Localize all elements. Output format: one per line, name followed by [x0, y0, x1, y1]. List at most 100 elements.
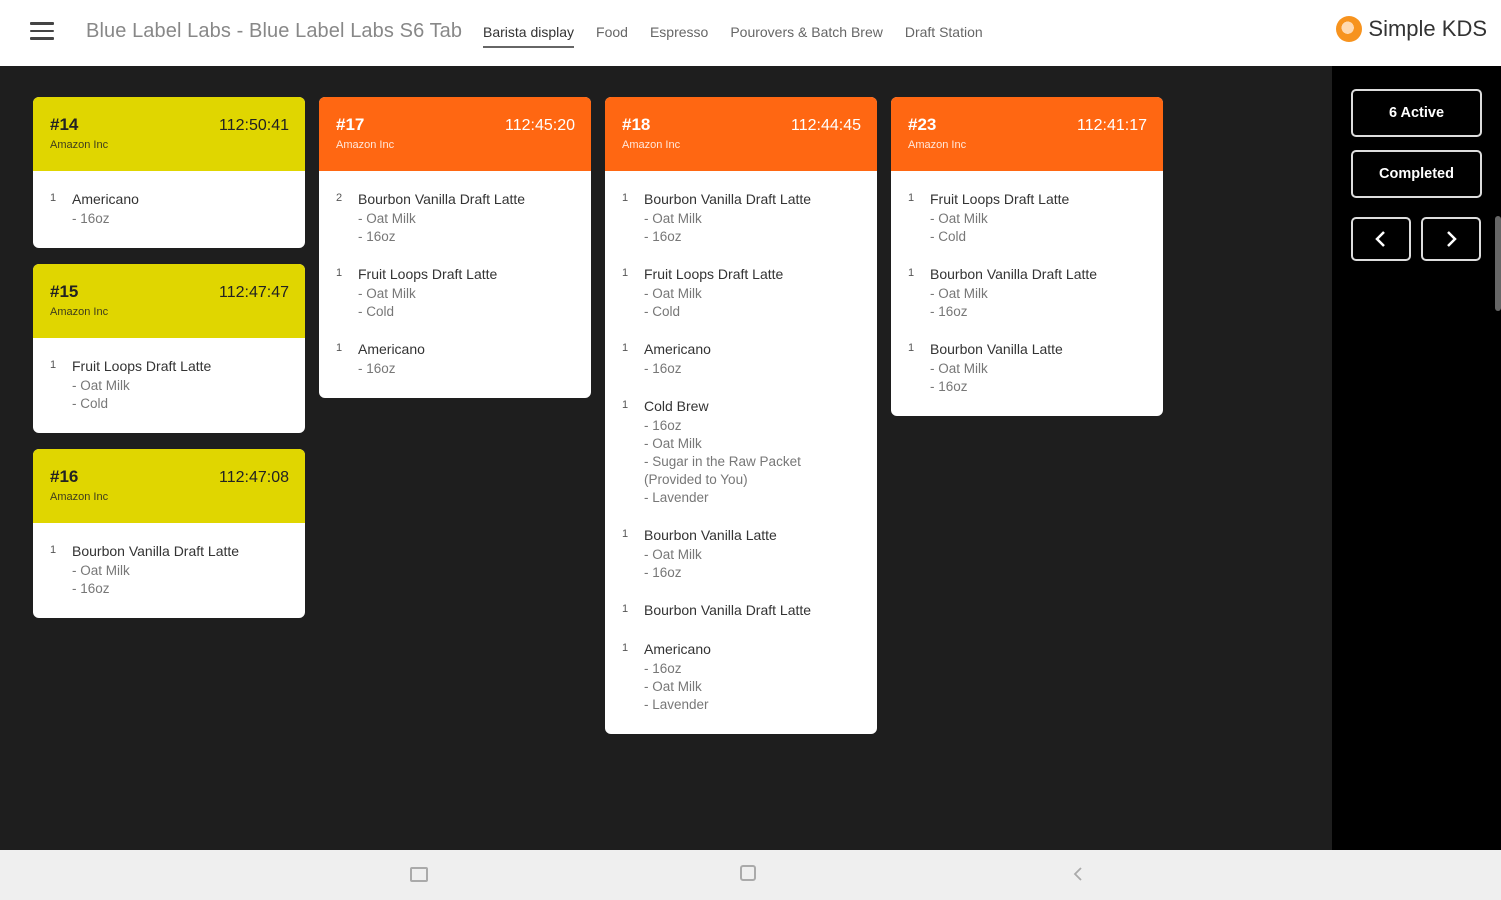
- hamburger-menu-icon[interactable]: [30, 22, 54, 42]
- item-modifier: - Oat Milk: [358, 286, 416, 301]
- system-nav-bar: [0, 850, 1501, 900]
- order-item: 1 Fruit Loops Draft Latte - Oat Milk - Cold: [50, 358, 289, 413]
- item-quantity: 1: [50, 359, 57, 371]
- tab-draft-station[interactable]: Draft Station: [905, 24, 983, 48]
- ticket-body: 1 Fruit Loops Draft Latte - Oat Milk - Cold…: [891, 171, 1163, 416]
- item-modifier: (Provided to You): [644, 472, 748, 487]
- order-ticket[interactable]: #16 112:47:08 Amazon Inc 1 Bourbon Vanilla D…: [33, 449, 305, 618]
- tab-food[interactable]: Food: [596, 24, 628, 48]
- ticket-body: 1 Bourbon Vanilla Draft Latte - Oat Milk - …: [605, 171, 877, 734]
- elapsed-time: 112:50:41: [219, 117, 289, 134]
- item-quantity: 1: [622, 342, 629, 354]
- item-quantity: 1: [50, 544, 57, 556]
- tab-espresso[interactable]: Espresso: [650, 24, 708, 48]
- item-modifier: - 16oz: [930, 304, 968, 319]
- item-modifier: - Oat Milk: [644, 211, 702, 226]
- item-modifier: - 16oz: [644, 661, 682, 676]
- item-name: Fruit Loops Draft Latte: [644, 266, 784, 282]
- order-item: 1 Bourbon Vanilla Latte - Oat Milk - 16oz: [622, 527, 861, 582]
- next-page-button[interactable]: [1421, 217, 1481, 261]
- item-name: Bourbon Vanilla Draft Latte: [358, 191, 526, 207]
- item-name: Fruit Loops Draft Latte: [930, 191, 1070, 207]
- order-item: 1 Americano - 16oz: [336, 341, 575, 378]
- item-modifier: - 16oz: [644, 418, 682, 433]
- home-icon[interactable]: [740, 865, 760, 885]
- order-ticket[interactable]: #23 112:41:17 Amazon Inc 1 Fruit Loops Draft…: [891, 97, 1163, 416]
- item-modifier: - Lavender: [644, 490, 709, 505]
- item-modifier: - 16oz: [358, 361, 396, 376]
- item-name: Fruit Loops Draft Latte: [72, 358, 212, 374]
- order-ticket[interactable]: #17 112:45:20 Amazon Inc 2 Bourbon Vanilla D…: [319, 97, 591, 398]
- elapsed-time: 112:44:45: [791, 117, 861, 134]
- order-item: 1 Fruit Loops Draft Latte - Oat Milk - Cold: [908, 191, 1147, 246]
- item-name: Bourbon Vanilla Latte: [930, 341, 1063, 357]
- order-item: 1 Cold Brew - 16oz - Oat Milk - Sugar in the…: [622, 398, 861, 507]
- item-modifier: - Oat Milk: [930, 361, 988, 376]
- column-3: #18 112:44:45 Amazon Inc 1 Bourbon Vanilla D…: [605, 97, 877, 750]
- elapsed-time: 112:47:47: [219, 284, 289, 301]
- tab-barista-display[interactable]: Barista display: [483, 24, 575, 48]
- active-orders-button[interactable]: 6 Active: [1351, 89, 1482, 137]
- order-item: 1 Americano - 16oz - Oat Milk - Lavender: [622, 641, 861, 714]
- scrollbar[interactable]: [1495, 216, 1501, 311]
- ticket-header: #15 112:47:47 Amazon Inc: [33, 264, 305, 338]
- item-modifier: - 16oz: [72, 211, 110, 226]
- item-quantity: 1: [622, 267, 629, 279]
- customer-name: Amazon Inc: [622, 139, 681, 151]
- order-item: 2 Bourbon Vanilla Draft Latte - Oat Milk - …: [336, 191, 575, 246]
- item-modifier: - Oat Milk: [72, 378, 130, 393]
- brand-name: Simple KDS: [1368, 16, 1487, 41]
- item-quantity: 1: [908, 192, 915, 204]
- customer-name: Amazon Inc: [50, 139, 109, 151]
- tab-pourovers-batch-brew[interactable]: Pourovers & Batch Brew: [730, 24, 883, 48]
- item-quantity: 1: [622, 192, 629, 204]
- ticket-header: #17 112:45:20 Amazon Inc: [319, 97, 591, 171]
- item-modifier: - Oat Milk: [358, 211, 416, 226]
- simple-kds-logo-icon: [1336, 16, 1363, 42]
- item-modifier: - 16oz: [644, 565, 682, 580]
- chevron-right-icon: [1447, 231, 1457, 247]
- item-quantity: 1: [622, 399, 629, 411]
- order-item: 1 Americano - 16oz: [622, 341, 861, 378]
- item-quantity: 1: [622, 528, 629, 540]
- item-modifier: - Oat Milk: [930, 286, 988, 301]
- item-modifier: - Cold: [644, 304, 681, 319]
- item-name: Bourbon Vanilla Draft Latte: [930, 266, 1098, 282]
- customer-name: Amazon Inc: [336, 139, 395, 151]
- order-item: 1 Bourbon Vanilla Draft Latte - Oat Milk - …: [908, 266, 1147, 321]
- item-name: Bourbon Vanilla Draft Latte: [644, 602, 812, 618]
- ticket-body: 1 Fruit Loops Draft Latte - Oat Milk - Cold: [33, 338, 305, 433]
- item-quantity: 2: [336, 192, 343, 204]
- elapsed-time: 112:45:20: [505, 117, 575, 134]
- ticket-header: #23 112:41:17 Amazon Inc: [891, 97, 1163, 171]
- item-name: Americano: [358, 341, 425, 357]
- item-modifier: - Cold: [930, 229, 967, 244]
- back-icon[interactable]: [1072, 865, 1092, 885]
- order-ticket[interactable]: #18 112:44:45 Amazon Inc 1 Bourbon Vanilla D…: [605, 97, 877, 734]
- order-item: 1 Bourbon Vanilla Draft Latte - Oat Milk - …: [50, 543, 289, 598]
- item-quantity: 1: [622, 603, 629, 615]
- customer-name: Amazon Inc: [908, 139, 967, 151]
- order-ticket[interactable]: #15 112:47:47 Amazon Inc 1 Fruit Loops Draft…: [33, 264, 305, 433]
- recent-apps-icon[interactable]: [410, 865, 430, 885]
- item-modifier: - Oat Milk: [644, 547, 702, 562]
- station-tabs: Barista display Food Espresso Pourovers …: [483, 24, 983, 48]
- item-name: Bourbon Vanilla Draft Latte: [72, 543, 240, 559]
- previous-page-button[interactable]: [1351, 217, 1411, 261]
- column-4: #23 112:41:17 Amazon Inc 1 Fruit Loops Draft…: [891, 97, 1163, 432]
- column-2: #17 112:45:20 Amazon Inc 2 Bourbon Vanilla D…: [319, 97, 591, 414]
- top-bar: Blue Label Labs - Blue Label Labs S6 Tab…: [0, 0, 1501, 66]
- ticket-header: #16 112:47:08 Amazon Inc: [33, 449, 305, 523]
- completed-orders-button[interactable]: Completed: [1351, 150, 1482, 198]
- item-modifier: - 16oz: [930, 379, 968, 394]
- order-item: 1 Fruit Loops Draft Latte - Oat Milk - Cold: [336, 266, 575, 321]
- item-modifier: - Cold: [72, 396, 109, 411]
- column-1: #14 112:50:41 Amazon Inc 1 Americano - 16oz #…: [33, 97, 305, 634]
- item-name: Americano: [644, 641, 711, 657]
- item-name: Americano: [72, 191, 139, 207]
- orders-board: #14 112:50:41 Amazon Inc 1 Americano - 16oz #…: [0, 66, 1332, 850]
- app-title: Blue Label Labs - Blue Label Labs S6 Tab: [86, 20, 463, 42]
- item-quantity: 1: [336, 267, 343, 279]
- item-modifier: - Oat Milk: [644, 679, 702, 694]
- order-ticket[interactable]: #14 112:50:41 Amazon Inc 1 Americano - 16oz: [33, 97, 305, 248]
